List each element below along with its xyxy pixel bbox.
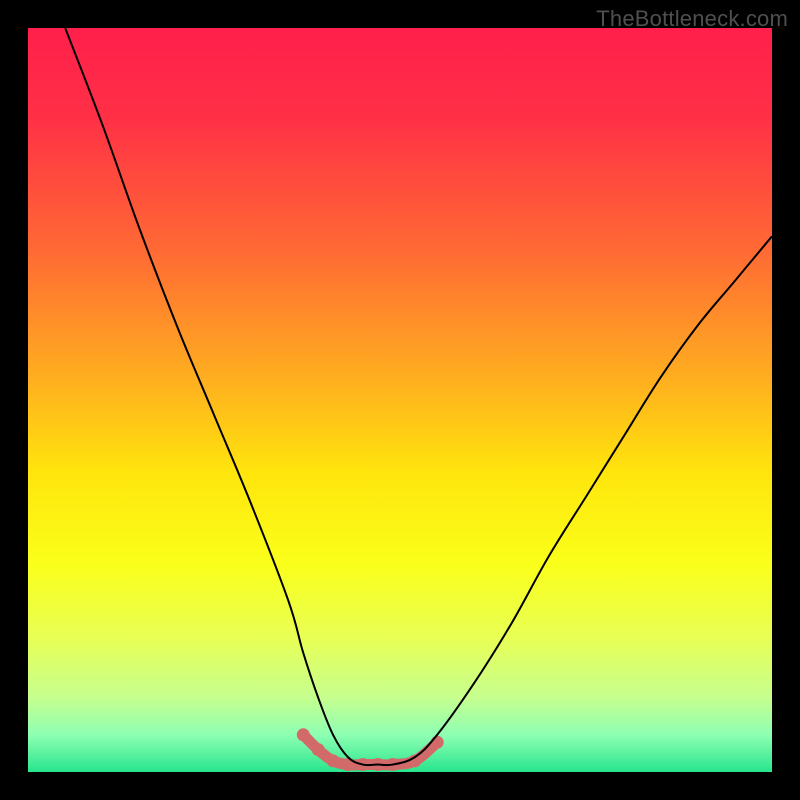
plot-area: [28, 28, 772, 772]
valley-marker-dot: [312, 743, 325, 756]
valley-marker-dot: [297, 728, 310, 741]
outer-frame: TheBottleneck.com: [0, 0, 800, 800]
valley-marker-dot: [431, 736, 444, 749]
chart-svg: [28, 28, 772, 772]
valley-marker-dot: [327, 754, 340, 767]
gradient-background: [28, 28, 772, 772]
